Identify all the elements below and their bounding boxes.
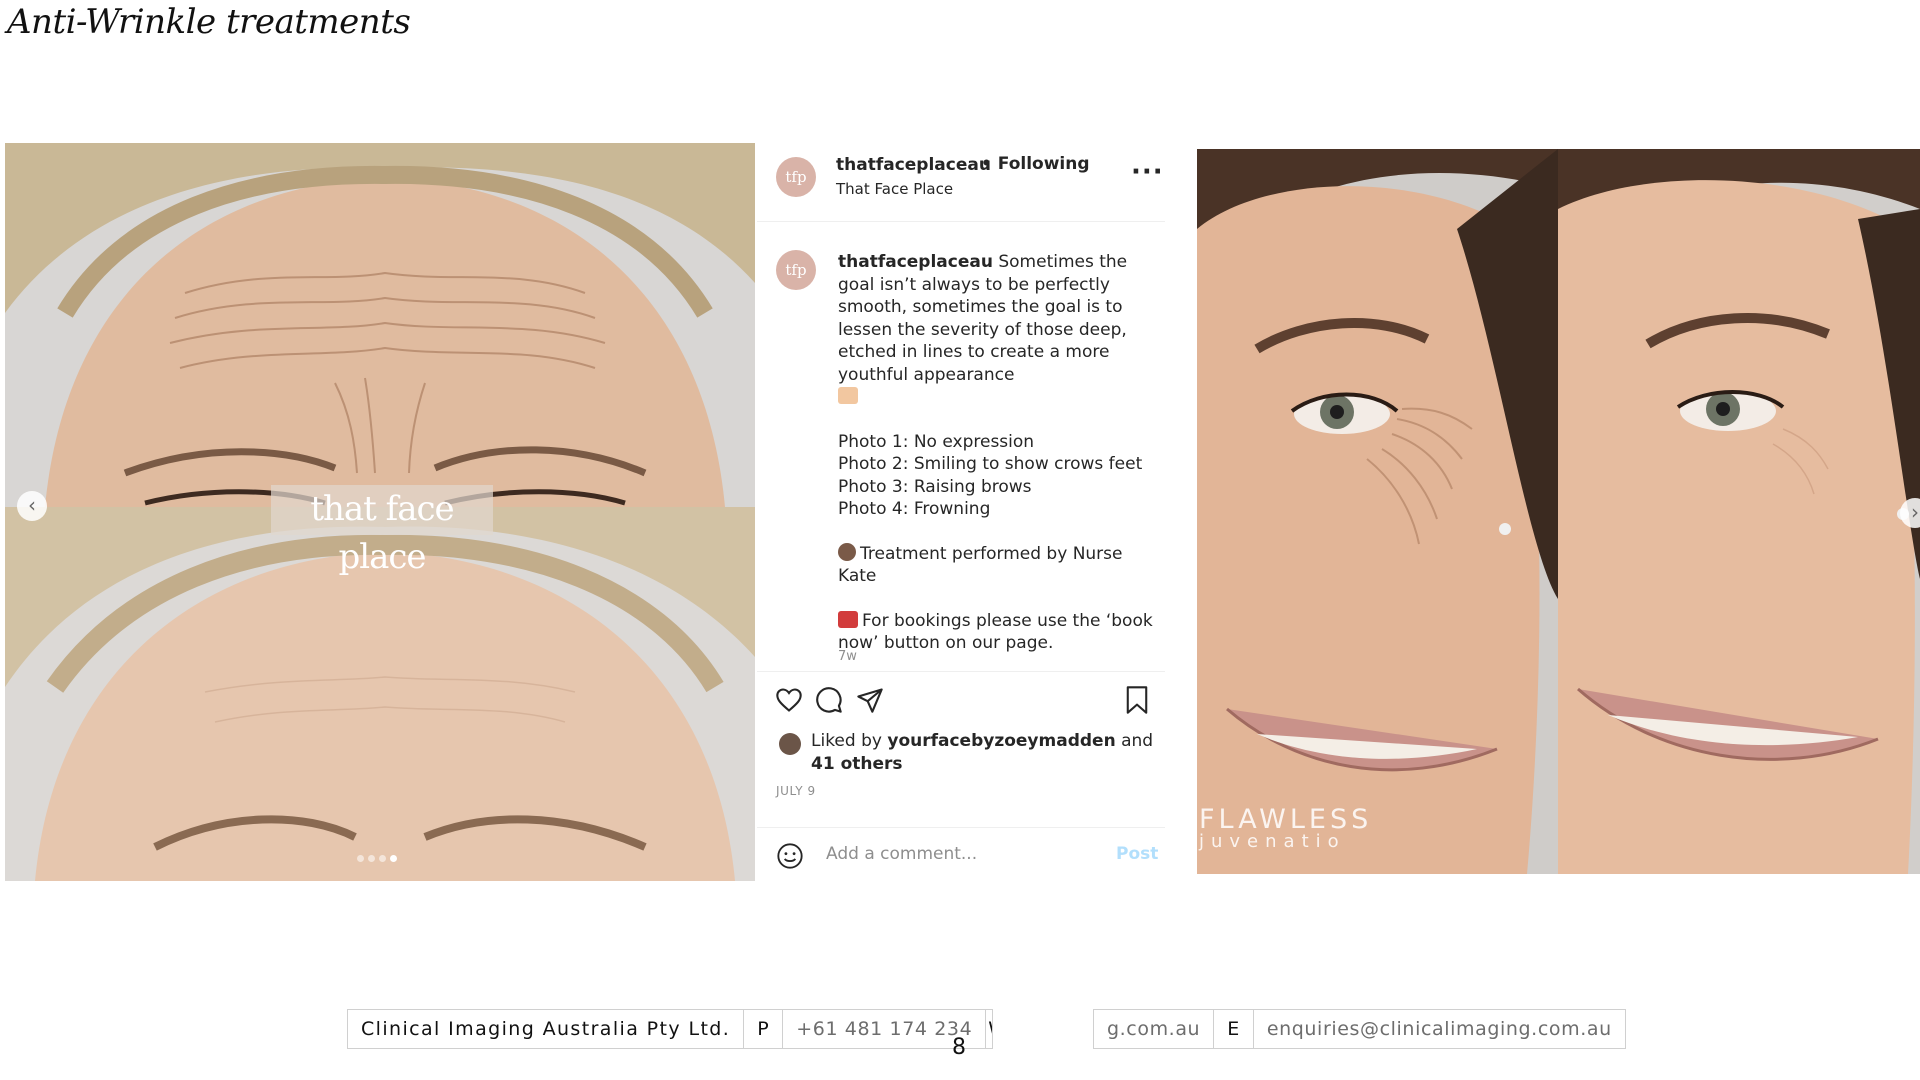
likes-summary: Liked by yourfacebyzoeymadden and 41 oth… [811,730,1156,775]
photo-line-2: Photo 2: Smiling to show crows feet [838,454,1143,474]
following-status[interactable]: • Following [981,154,1090,174]
company-name: Clinical Imaging Australia Pty Ltd. [348,1010,745,1048]
carousel-dots [357,855,397,862]
footer-contact-left: Clinical Imaging Australia Pty Ltd. P +6… [347,1009,994,1049]
eye-before-photo: FLAWLESS juvenatio [1197,149,1558,874]
emoji-icon[interactable] [776,842,804,870]
footer-contact-right: g.com.au E enquiries@clinicalimaging.com… [1093,1009,1626,1049]
photo-line-3: Photo 3: Raising brows [838,476,1032,497]
photo-line-1: Photo 1: No expression [838,431,1035,452]
instagram-post-panel: tfp thatfaceplaceau • Following That Fac… [757,143,1165,881]
before-after-forehead-photo: that face place ‹ [5,143,755,881]
location-link[interactable]: That Face Place [836,180,953,198]
booking-line: For bookings please use the ‘book now’ b… [838,610,1153,654]
liked-by-user[interactable]: yourfacebyzoeymadden [887,731,1115,751]
carousel-dot[interactable] [379,855,386,862]
treatment-line: Treatment performed by Nurse Kate [838,543,1123,587]
comment-icon[interactable] [815,686,843,714]
before-after-crows-feet-photo: FLAWLESS juvenatio [1197,149,1920,874]
liked-others[interactable]: 41 others [811,754,903,774]
liker-avatar[interactable] [779,733,801,755]
web-label: W [986,1010,992,1048]
phone-label: P [744,1010,784,1048]
flawless-rejuvenation-logo: FLAWLESS juvenatio [1199,804,1372,852]
nurse-emoji-icon [838,542,856,561]
post-header: tfp thatfaceplaceau • Following That Fac… [757,143,1165,222]
caption-avatar[interactable]: tfp [776,250,816,290]
more-options-icon[interactable]: ··· [1131,157,1164,187]
page-number: 8 [952,1035,966,1060]
page-title: Anti-Wrinkle treatments [7,2,411,42]
post-actions: Liked by yourfacebyzoeymadden and 41 oth… [757,671,1165,827]
web-address-tail[interactable]: g.com.au [1094,1010,1215,1048]
carousel-dot-active[interactable] [390,855,397,862]
liked-by-label: Liked by [811,731,882,751]
post-date: JULY 9 [776,784,816,798]
raised-hands-emoji-icon [838,387,858,404]
post-age[interactable]: 7w [838,649,857,664]
post-caption: thatfaceplaceau Sometimes the goal isn’t… [838,251,1158,655]
caption-username[interactable]: thatfaceplaceau [838,252,993,272]
post-comment-button[interactable]: Post [1116,844,1158,864]
chevron-left-icon[interactable]: ‹ [17,491,47,521]
calendar-emoji-icon [838,610,858,628]
comment-input[interactable]: Add a comment... [826,844,977,864]
carousel-dot[interactable] [368,855,375,862]
email-address[interactable]: enquiries@clinicalimaging.com.au [1254,1010,1625,1048]
heart-icon[interactable] [775,686,803,714]
share-icon[interactable] [856,686,884,714]
comment-box: Add a comment... Post [757,827,1165,882]
liked-and-label: and [1121,731,1154,751]
that-face-place-watermark: that face place [271,485,493,577]
eye-after-photo [1558,149,1920,874]
email-label: E [1214,1010,1254,1048]
profile-username[interactable]: thatfaceplaceau [836,155,991,175]
profile-avatar[interactable]: tfp [776,157,816,197]
carousel-dot[interactable] [357,855,364,862]
photo-line-4: Photo 4: Frowning [838,499,991,519]
forehead-before-photo [5,143,755,507]
bookmark-icon[interactable] [1123,685,1151,715]
